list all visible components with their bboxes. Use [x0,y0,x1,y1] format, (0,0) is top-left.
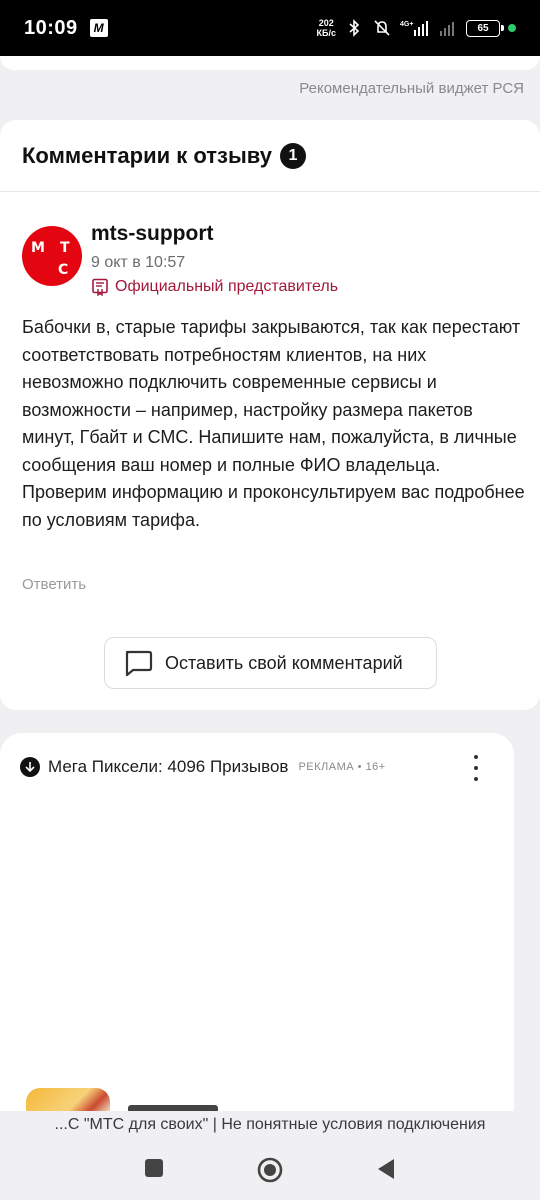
official-representative-badge: Официальный представитель [91,278,338,296]
page-title-bar[interactable]: ...С "МТС для своих" | Не понятные услов… [0,1111,540,1141]
avatar-letter-m: М [31,240,45,256]
recent-apps-icon[interactable] [144,1158,164,1178]
comment-text: Бабочки в, старые тарифы закрываются, та… [22,317,525,530]
ad-title[interactable]: Мега Пиксели: 4096 Призывов [48,757,288,777]
status-indicators: 202 КБ/с 4G+ 65 [317,18,516,38]
comment-author[interactable]: mts-support [91,222,214,246]
back-icon[interactable] [376,1158,396,1180]
ad-label: РЕКЛАМА • 16+ [298,761,386,773]
comment-bubble-icon [125,650,153,677]
leave-comment-label: Оставить свой комментарий [165,652,403,673]
ad-header: Мега Пиксели: 4096 Призывов РЕКЛАМА • 16… [20,757,386,777]
avatar-letter-s: С [58,262,69,278]
status-bar: 10:09 M 202 КБ/с 4G+ 65 [0,0,540,56]
privacy-indicator-dot [508,24,516,32]
network-speed-value: 202 [318,18,334,28]
avatar[interactable]: М Т С [22,226,82,286]
comments-title: Комментарии к отзыву [22,142,272,168]
comments-count-badge: 1 [279,142,306,169]
status-time: 10:09 [24,16,78,39]
svg-text:4G+: 4G+ [400,21,413,28]
network-speed-unit: КБ/с [316,28,336,38]
network-speed: 202 КБ/с [317,18,336,38]
bluetooth-icon [349,19,360,37]
download-icon [20,757,40,777]
comments-card: Комментарии к отзыву 1 М Т С mts-support… [0,120,540,710]
certificate-icon [92,278,108,296]
official-representative-label: Официальный представитель [115,278,339,295]
avatar-letter-t: Т [60,240,70,256]
previous-card-bottom [0,56,540,70]
comment-date: 9 окт в 10:57 [91,254,186,271]
signal-strength-icon: 4G+ [400,21,428,36]
ad-card[interactable]: Мега Пиксели: 4096 Призывов РЕКЛАМА • 16… [0,733,514,1153]
mute-bell-icon [374,20,390,36]
battery-icon: 65 [466,19,504,37]
widget-caption: Рекомендательный виджет РСЯ [299,80,524,97]
app-notification-icon: M [89,19,108,37]
signal-strength-2-icon [440,22,454,36]
home-icon[interactable] [257,1157,283,1183]
reply-button[interactable]: Ответить [22,576,86,593]
more-options-icon[interactable] [470,755,482,781]
leave-comment-button[interactable]: Оставить свой комментарий [104,637,437,689]
comments-header: Комментарии к отзыву 1 [0,120,540,192]
system-navigation-bar [0,1141,540,1200]
